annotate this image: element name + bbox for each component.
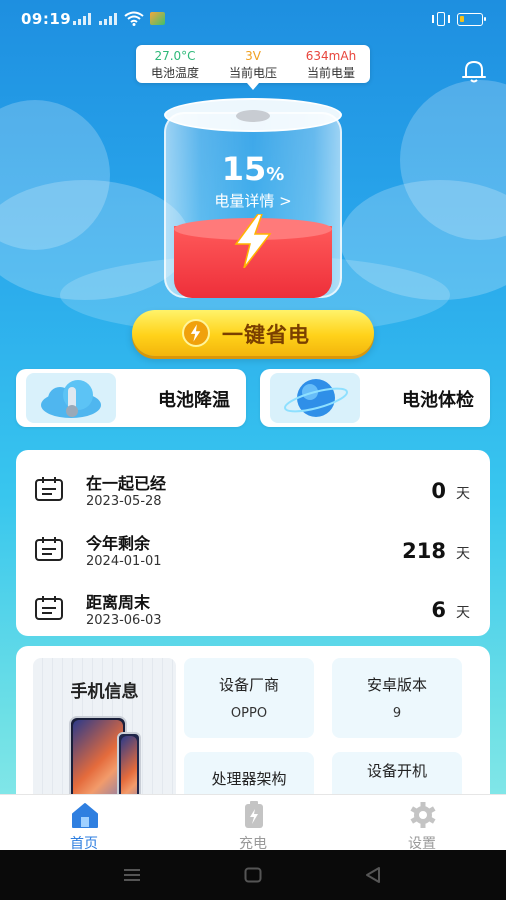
date-row-together[interactable]: 在一起已经 2023-05-28 0 天 [16, 458, 490, 514]
battery-cooling-card[interactable]: 电池降温 [16, 369, 246, 427]
calendar-icon [35, 477, 63, 501]
tab-charge[interactable]: 充电 [203, 799, 303, 852]
home-button-icon[interactable] [244, 867, 262, 883]
system-navigation-bar [0, 850, 506, 900]
menu-icon[interactable] [122, 867, 142, 883]
battery-percent-value: 15 [221, 150, 267, 188]
voltage-value: 3V [245, 49, 261, 63]
days-unit: 天 [456, 546, 470, 562]
status-time: 09:19 [21, 10, 72, 28]
one-key-save-button[interactable]: 一键省电 [132, 310, 374, 356]
days-unit: 天 [456, 486, 470, 502]
spec-label: 设备厂商 [218, 676, 279, 694]
home-icon [72, 803, 98, 828]
lightning-icon [234, 214, 272, 268]
temperature-value: 27.0°C [154, 49, 196, 63]
date-value: 2023-06-03 [86, 613, 162, 628]
signal-icon [73, 13, 91, 25]
days-unit: 天 [456, 605, 470, 621]
battery-percent: 15% [164, 150, 342, 188]
cloud-thermometer-icon [26, 373, 116, 423]
date-value: 2024-01-01 [86, 554, 162, 569]
battery-level-jar[interactable]: 15% 电量详情 > [164, 98, 342, 300]
calendar-icon [35, 537, 63, 561]
tab-settings[interactable]: 设置 [372, 799, 472, 852]
spec-label: 安卓版本 [366, 676, 427, 694]
tab-home[interactable]: 首页 [34, 799, 134, 852]
battery-percent-sign: % [266, 164, 285, 185]
vibrate-icon [432, 12, 450, 26]
temperature-stat: 27.0°C 电池温度 [136, 48, 214, 81]
gear-icon [410, 802, 436, 828]
battery-checkup-label: 电池体检 [402, 390, 474, 411]
date-value: 2023-05-28 [86, 494, 162, 509]
back-icon[interactable] [364, 866, 382, 884]
temperature-label: 电池温度 [150, 66, 199, 80]
days-count: 6 [431, 598, 446, 622]
spec-value: 9 [392, 706, 402, 721]
globe-orbit-icon [270, 373, 360, 423]
date-title: 距离周末 [86, 593, 151, 612]
jar-cap [236, 110, 270, 122]
date-row-year-remaining[interactable]: 今年剩余 2024-01-01 218 天 [16, 518, 490, 574]
charge-icon [245, 801, 263, 828]
phone-info-title: 手机信息 [70, 682, 139, 702]
status-bar: 09:19 [0, 0, 506, 38]
capacity-value: 634mAh [305, 49, 357, 63]
voltage-stat: 3V 当前电压 [214, 48, 292, 81]
lightning-icon [182, 319, 210, 347]
date-counters-card: 在一起已经 2023-05-28 0 天 今年剩余 2024-01-01 218… [16, 450, 490, 636]
date-title: 在一起已经 [86, 474, 167, 493]
spec-label: 处理器架构 [211, 770, 287, 788]
spec-value: OPPO [230, 706, 268, 721]
spec-manufacturer: 设备厂商 OPPO [184, 658, 314, 738]
calendar-icon [35, 596, 63, 620]
battery-cooling-label: 电池降温 [158, 390, 230, 411]
bottom-tab-bar: 首页 充电 设置 [0, 794, 506, 852]
one-key-save-label: 一键省电 [222, 323, 310, 347]
app-screen: 09:19 27.0°C 电池温度 3V 当前电压 634mAh 当前电量 15… [0, 0, 506, 900]
battery-checkup-card[interactable]: 电池体检 [260, 369, 490, 427]
battery-details-link[interactable]: 电量详情 > [164, 190, 342, 211]
days-count: 0 [431, 479, 446, 503]
wifi-icon [124, 11, 144, 26]
battery-status-icon [457, 13, 486, 26]
voltage-label: 当前电压 [228, 66, 277, 80]
capacity-stat: 634mAh 当前电量 [292, 48, 370, 81]
notification-app-icon [150, 12, 165, 25]
spec-label: 设备开机 [366, 762, 427, 780]
spec-android-version: 安卓版本 9 [332, 658, 462, 738]
date-title: 今年剩余 [86, 534, 151, 553]
battery-info-bubble: 27.0°C 电池温度 3V 当前电压 634mAh 当前电量 [136, 45, 370, 90]
bell-icon[interactable] [459, 56, 489, 86]
signal-icon [99, 13, 117, 25]
date-row-weekend[interactable]: 距离周末 2023-06-03 6 天 [16, 577, 490, 633]
capacity-label: 当前电量 [306, 66, 355, 80]
days-count: 218 [402, 539, 446, 563]
